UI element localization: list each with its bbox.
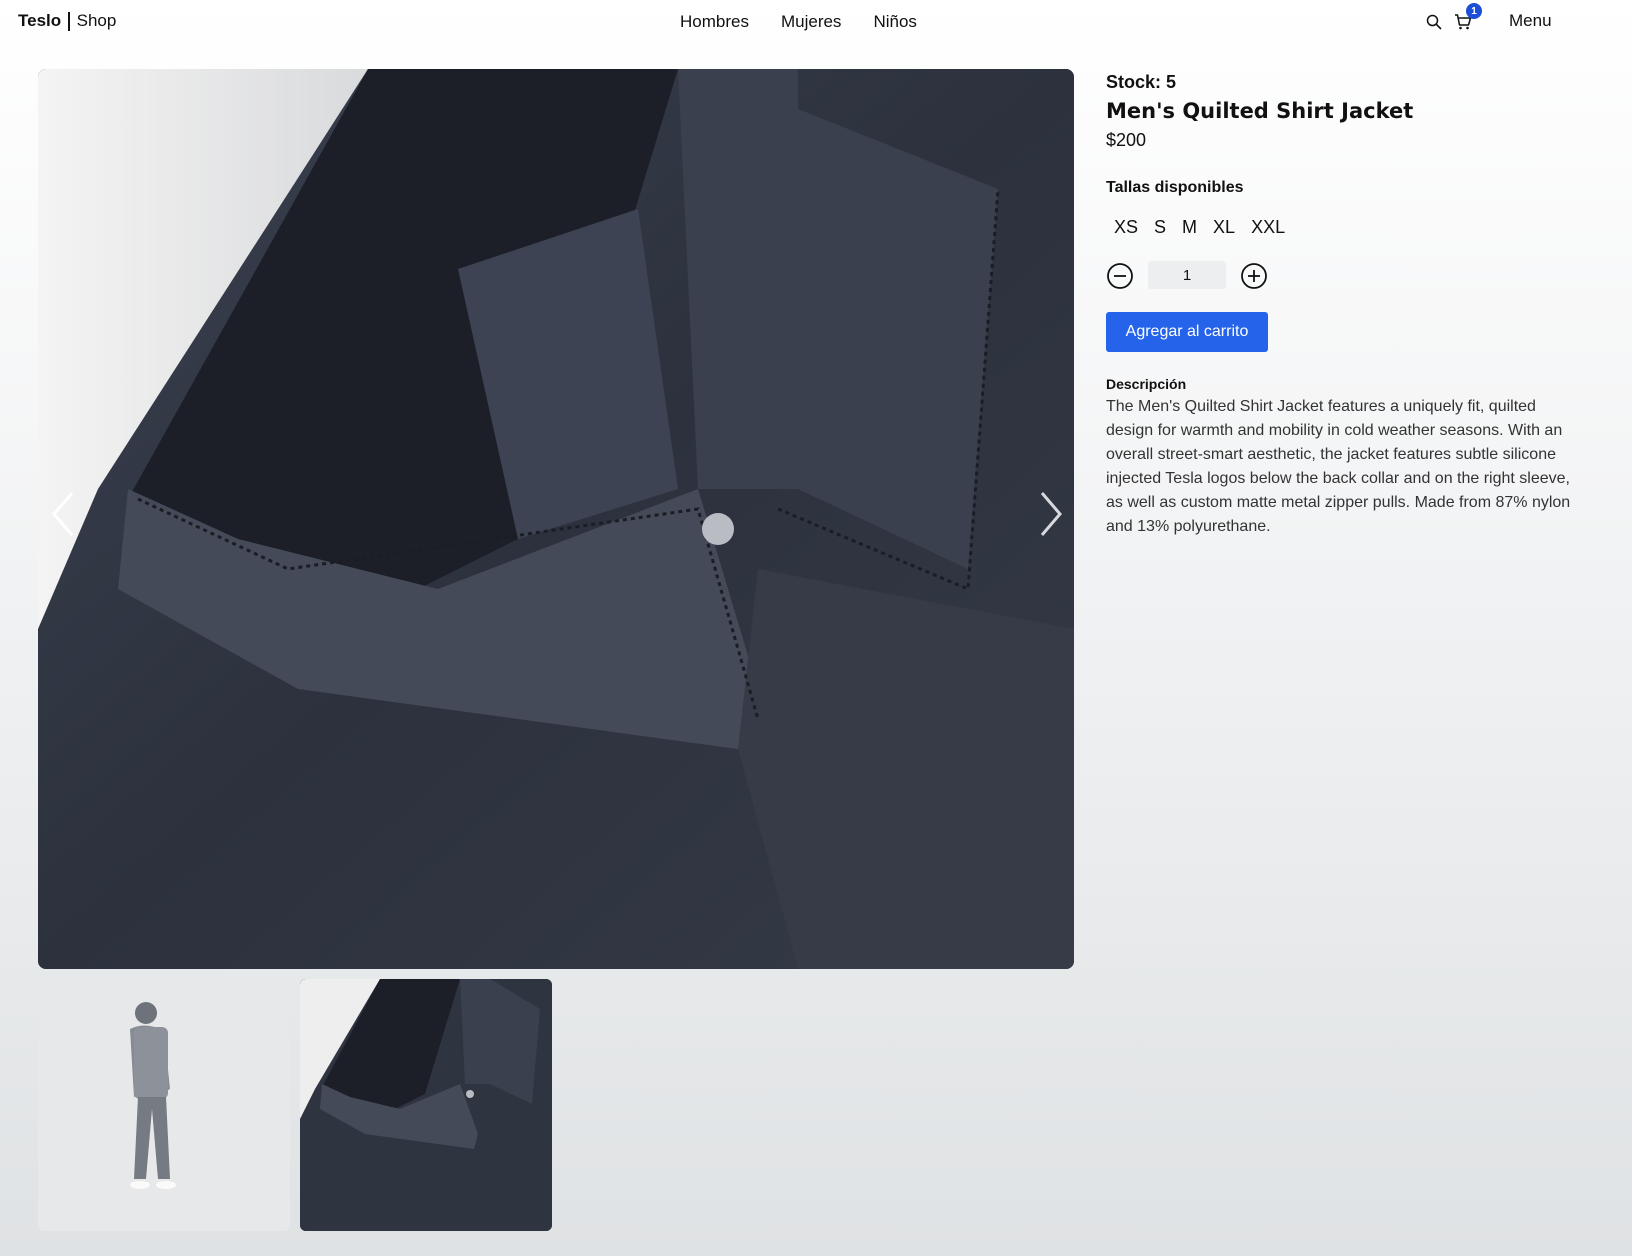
size-option-xs[interactable]: XS	[1114, 217, 1138, 238]
plus-circle-icon[interactable]	[1240, 262, 1268, 290]
cart-count-badge: 1	[1466, 3, 1482, 19]
product-description: The Men's Quilted Shirt Jacket features …	[1106, 398, 1571, 535]
model-thumbnail-image	[38, 979, 290, 1231]
product-info-panel: Stock: 5 Men's Quilted Shirt Jacket $200…	[1106, 72, 1586, 539]
description-heading: Descripción	[1106, 376, 1187, 392]
size-option-xxl[interactable]: XXL	[1251, 217, 1285, 238]
minus-circle-icon[interactable]	[1106, 262, 1134, 290]
nav-link-mujeres[interactable]: Mujeres	[765, 12, 857, 32]
search-icon[interactable]	[1426, 14, 1442, 30]
sizes-heading: Tallas disponibles	[1106, 179, 1244, 196]
menu-button[interactable]: Menu	[1509, 11, 1552, 31]
previous-image-arrow[interactable]	[48, 489, 78, 539]
brand-divider	[68, 11, 70, 31]
size-option-xl[interactable]: XL	[1213, 217, 1235, 238]
brand-logo[interactable]: Teslo Shop	[18, 11, 116, 31]
top-nav: Teslo Shop Hombres Mujeres Niños 1 Menu	[0, 0, 1632, 44]
brand-shop: Shop	[76, 11, 117, 30]
category-links: Hombres Mujeres Niños	[680, 12, 933, 32]
thumbnail-collar[interactable]	[300, 979, 552, 1231]
size-option-m[interactable]: M	[1182, 217, 1197, 238]
product-title: Men's Quilted Shirt Jacket	[1106, 99, 1414, 123]
stock-label: Stock: 5	[1106, 72, 1177, 92]
size-selector: XS S M XL XXL	[1114, 217, 1586, 238]
thumbnail-model[interactable]	[38, 979, 290, 1231]
add-to-cart-button[interactable]: Agregar al carrito	[1106, 312, 1268, 352]
nav-link-ninos[interactable]: Niños	[857, 12, 932, 32]
size-option-s[interactable]: S	[1154, 217, 1166, 238]
next-image-arrow[interactable]	[1036, 489, 1066, 539]
nav-link-hombres[interactable]: Hombres	[680, 12, 765, 32]
quantity-stepper: 1	[1106, 261, 1586, 290]
collar-thumbnail-image	[300, 979, 552, 1231]
product-main-image[interactable]	[38, 69, 1074, 969]
product-price: $200	[1106, 130, 1147, 150]
quantity-value[interactable]: 1	[1148, 261, 1226, 289]
brand-name: Teslo	[18, 11, 62, 30]
jacket-collar-image	[38, 69, 1074, 969]
